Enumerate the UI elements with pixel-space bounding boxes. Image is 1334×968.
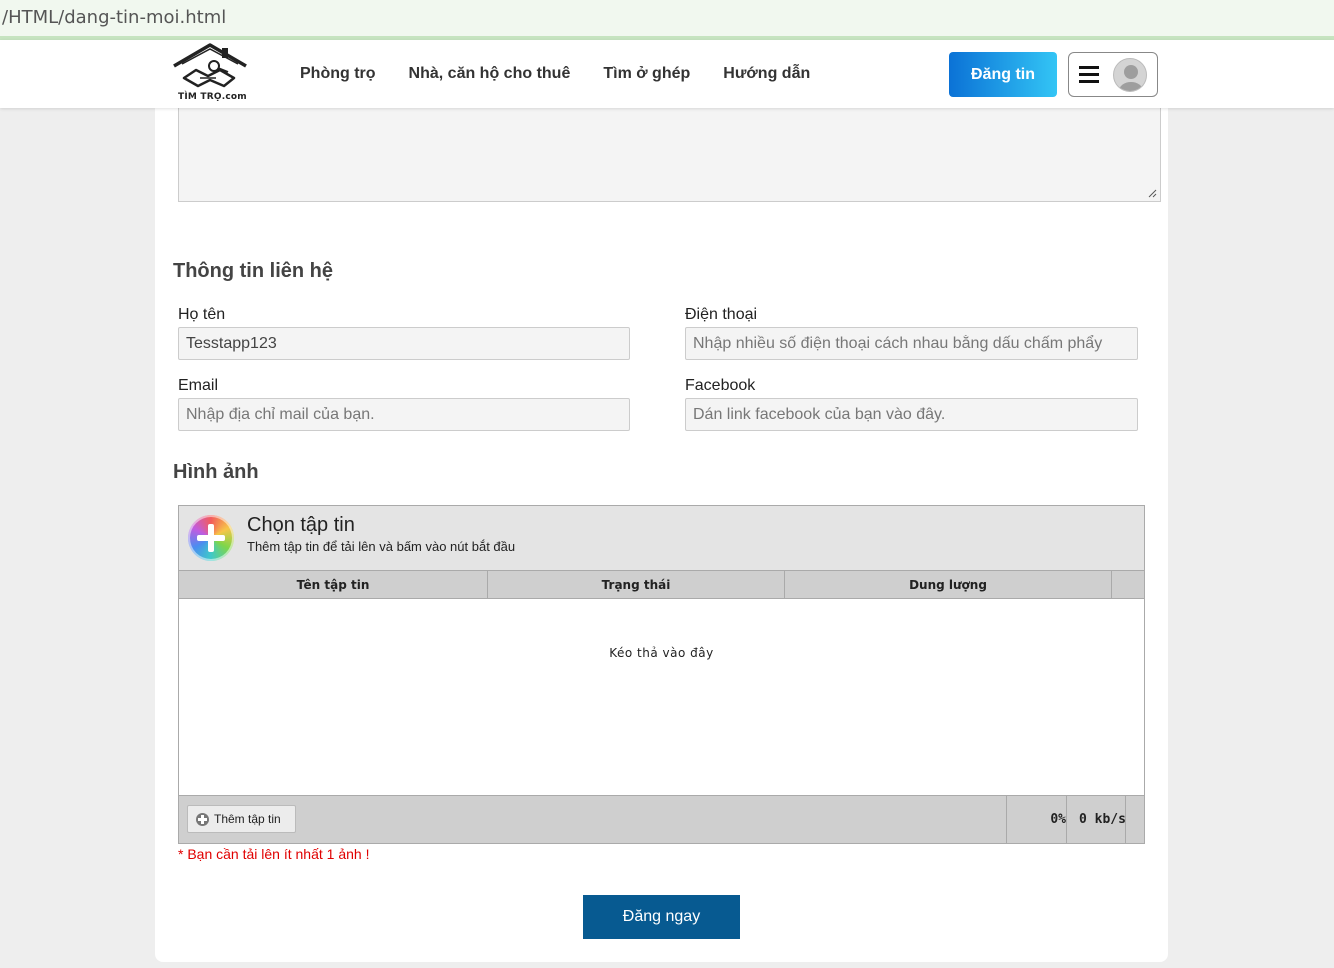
facebook-label: Facebook: [685, 377, 756, 394]
hamburger-icon: [1079, 66, 1099, 83]
uploader-title: Chọn tập tin: [247, 514, 355, 536]
column-status: Trạng thái: [488, 571, 785, 599]
nav-phong-tro[interactable]: Phòng trọ: [300, 65, 376, 83]
images-section-title: Hình ảnh: [173, 461, 259, 483]
footer-spacer: [1125, 796, 1144, 843]
uploader-subtitle: Thêm tập tin để tải lên và bấm vào nút b…: [247, 539, 516, 554]
phone-label: Điện thoại: [685, 306, 758, 323]
upload-speed-value: 0 kb/s: [1079, 812, 1126, 827]
name-input[interactable]: [178, 327, 630, 360]
facebook-input[interactable]: [685, 398, 1138, 431]
nav-tim-o-ghep[interactable]: Tìm ở ghép: [603, 65, 690, 83]
description-textarea[interactable]: [178, 108, 1161, 202]
url-text: /HTML/dang-tin-moi.html: [2, 7, 227, 28]
submit-button[interactable]: Đăng ngay: [583, 895, 740, 939]
uploader-footer: Thêm tập tin 0% 0 kb/s: [179, 795, 1144, 843]
email-label: Email: [178, 377, 219, 394]
logo-text: TÌM TRỌ.com: [178, 92, 247, 102]
address-bar[interactable]: /HTML/dang-tin-moi.html: [0, 0, 1334, 36]
site-header: TÌM TRỌ.com Phòng trọ Nhà, căn hộ cho th…: [0, 40, 1334, 108]
upload-speed: 0 kb/s: [1066, 796, 1126, 843]
file-uploader: Chọn tập tin Thêm tập tin để tải lên và …: [178, 505, 1145, 844]
post-form-card: Thông tin liên hệ Họ tên Điện thoại Emai…: [155, 108, 1168, 962]
add-file-label: Thêm tập tin: [214, 812, 281, 826]
post-listing-button[interactable]: Đăng tin: [949, 52, 1057, 97]
column-file-name: Tên tập tin: [179, 571, 488, 599]
drop-zone-text[interactable]: Kéo thả vào đây: [179, 646, 1144, 660]
user-menu-button[interactable]: [1068, 52, 1158, 97]
uploader-column-headers: Tên tập tin Trạng thái Dung lượng: [179, 571, 1144, 599]
user-silhouette-icon: [1119, 65, 1143, 91]
upload-progress-value: 0%: [1050, 812, 1066, 827]
add-file-icon[interactable]: [188, 515, 234, 561]
nav-nha-can-ho[interactable]: Nhà, căn hộ cho thuê: [409, 65, 571, 83]
main-nav: Phòng trọ Nhà, căn hộ cho thuê Tìm ở ghé…: [300, 40, 843, 108]
resize-handle-icon[interactable]: [1147, 188, 1157, 198]
upload-progress: 0%: [1006, 796, 1067, 843]
upload-error-message: * Bạn cần tải lên ít nhất 1 ảnh !: [178, 846, 370, 862]
name-label: Họ tên: [178, 306, 226, 323]
phone-input[interactable]: [685, 327, 1138, 360]
email-input[interactable]: [178, 398, 630, 431]
avatar: [1113, 58, 1147, 92]
plus-icon: [196, 812, 209, 826]
column-size: Dung lượng: [785, 571, 1112, 599]
site-logo[interactable]: TÌM TRỌ.com: [170, 42, 250, 108]
uploader-header: Chọn tập tin Thêm tập tin để tải lên và …: [179, 506, 1144, 571]
add-file-button[interactable]: Thêm tập tin: [187, 805, 296, 833]
contact-section-title: Thông tin liên hệ: [173, 260, 333, 282]
nav-huong-dan[interactable]: Hướng dẫn: [723, 65, 810, 83]
column-actions: [1112, 571, 1144, 599]
house-handshake-icon: [173, 43, 247, 88]
